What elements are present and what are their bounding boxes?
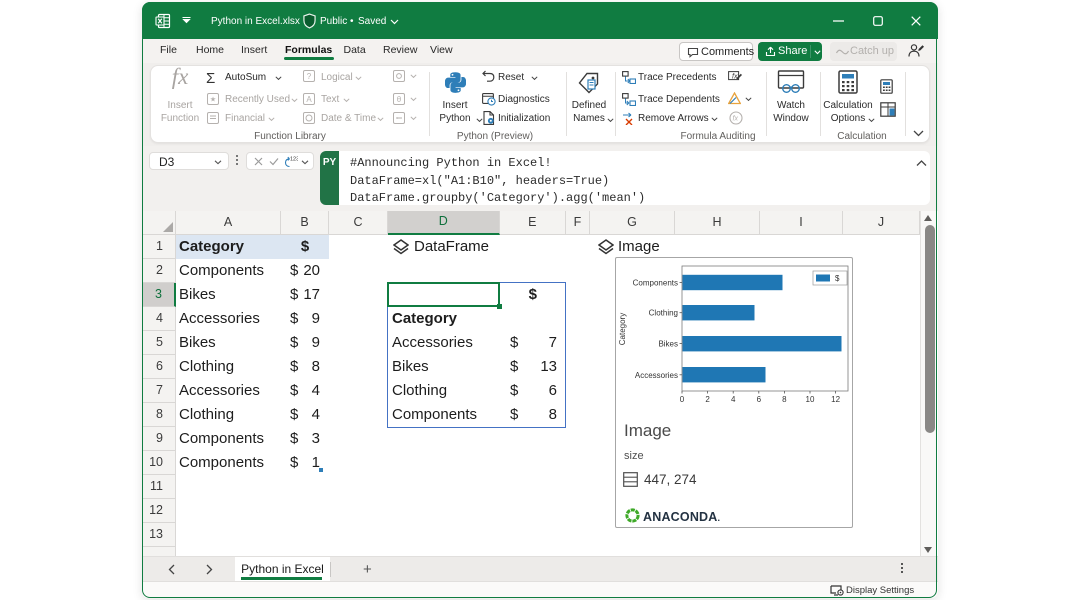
svg-text:θ: θ [397, 95, 402, 104]
svg-text:6: 6 [757, 395, 762, 404]
svg-text:?: ? [307, 72, 312, 81]
svg-text:10: 10 [806, 395, 815, 404]
svg-text:123: 123 [290, 156, 298, 162]
svg-text:12: 12 [831, 395, 840, 404]
svg-text:fx: fx [733, 116, 739, 123]
svg-text:Accessories: Accessories [635, 371, 678, 380]
svg-text:4: 4 [731, 395, 736, 404]
svg-text:Category: Category [618, 313, 627, 345]
svg-text:Components: Components [633, 279, 678, 288]
svg-text:$: $ [835, 274, 840, 283]
svg-text:0: 0 [680, 395, 685, 404]
svg-text:A: A [306, 95, 312, 104]
svg-text:8: 8 [782, 395, 787, 404]
svg-text:2: 2 [705, 395, 710, 404]
svg-text:fx: fx [732, 74, 738, 81]
svg-text:★: ★ [210, 96, 216, 104]
svg-text:Bikes: Bikes [658, 340, 678, 349]
svg-text:Clothing: Clothing [649, 309, 678, 318]
